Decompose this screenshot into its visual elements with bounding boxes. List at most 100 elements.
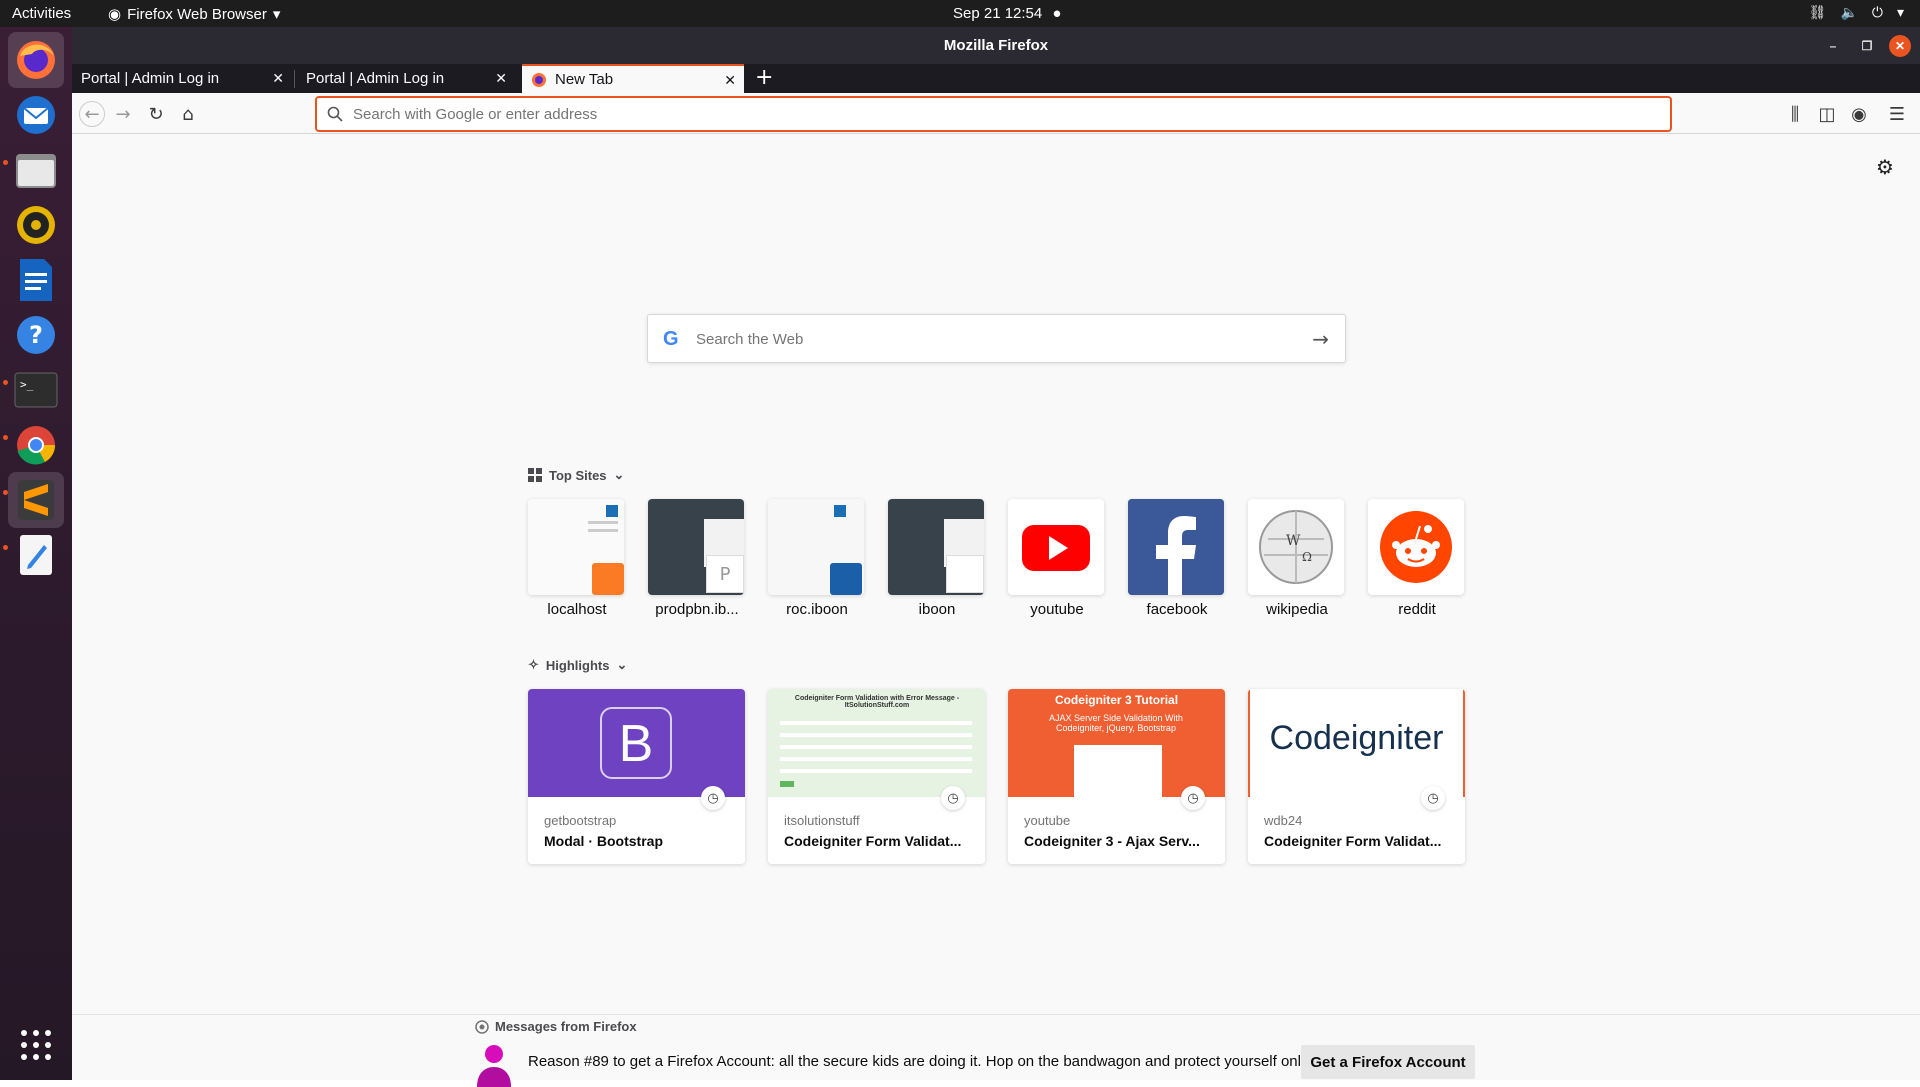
top-site-iboon[interactable]: iboon: [888, 499, 986, 618]
arrow-right-icon[interactable]: →: [1312, 327, 1329, 351]
forward-button[interactable]: →: [110, 101, 136, 127]
site-thumbnail: [1368, 499, 1464, 595]
dock-libreoffice-writer[interactable]: [8, 252, 64, 308]
sublime-icon: [18, 480, 54, 520]
minimize-icon: –: [1829, 39, 1837, 53]
dock-help[interactable]: ?: [8, 307, 64, 363]
restore-icon: ❐: [1861, 39, 1873, 53]
site-thumbnail: [768, 499, 864, 595]
back-button[interactable]: ←: [79, 101, 105, 127]
hamburger-menu-icon: ☰: [1888, 103, 1906, 125]
tab-label: New Tab: [555, 71, 614, 88]
url-bar[interactable]: [315, 96, 1672, 132]
top-sites-header[interactable]: Top Sites ⌄: [528, 467, 624, 483]
dock-chrome[interactable]: [8, 417, 64, 473]
card-title: Codeigniter Form Validat...: [1264, 833, 1442, 849]
top-site-youtube[interactable]: youtube: [1008, 499, 1106, 618]
window-titlebar[interactable]: Mozilla Firefox – ❐ ✕: [72, 27, 1920, 64]
close-tab-icon[interactable]: ✕: [495, 70, 507, 87]
maximize-button[interactable]: ❐: [1856, 35, 1878, 57]
show-applications-button[interactable]: [8, 1017, 64, 1073]
top-site-prodpbn[interactable]: P prodpbn.ib...: [648, 499, 746, 618]
card-thumbnail: B: [528, 689, 745, 797]
highlight-card-youtube[interactable]: Codeigniter 3 Tutorial AJAX Server Side …: [1008, 689, 1225, 864]
new-tab-button[interactable]: +: [755, 66, 773, 90]
library-button[interactable]: ⫼: [1782, 101, 1808, 127]
messages-header: Messages from Firefox: [475, 1019, 637, 1034]
svg-text:?: ?: [29, 321, 43, 349]
tab-label: Portal | Admin Log in: [81, 70, 220, 87]
dock-files[interactable]: [8, 142, 64, 198]
sidebar-button[interactable]: ◫: [1814, 101, 1840, 127]
card-source: wdb24: [1264, 813, 1303, 828]
web-search-box[interactable]: G →: [647, 314, 1346, 363]
menu-button[interactable]: ☰: [1884, 101, 1910, 127]
dock-text-editor[interactable]: [8, 527, 64, 583]
site-thumbnail: W Ω: [1248, 499, 1344, 595]
library-icon: ⫼: [1790, 103, 1800, 125]
site-thumbnail: [888, 499, 984, 595]
grid-icon: [528, 468, 542, 482]
tab-portal-admin-1[interactable]: Portal | Admin Log in ✕: [72, 64, 292, 93]
account-button[interactable]: ◉: [1846, 101, 1872, 127]
reload-button[interactable]: ↻: [143, 101, 169, 127]
firefox-icon: [17, 41, 55, 79]
clock[interactable]: Sep 21 12:54 ●: [953, 5, 1061, 22]
url-input[interactable]: [351, 104, 1651, 124]
site-label: wikipedia: [1266, 601, 1328, 618]
terminal-icon: >_: [14, 372, 58, 408]
top-site-facebook[interactable]: facebook: [1128, 499, 1226, 618]
site-thumbnail: [528, 499, 624, 595]
clock-label: Sep 21 12:54: [953, 5, 1043, 22]
top-site-reddit[interactable]: reddit: [1368, 499, 1466, 618]
facebook-icon: [1128, 499, 1224, 595]
activities-button[interactable]: Activities: [12, 5, 71, 22]
help-icon: ?: [17, 316, 55, 354]
minimize-button[interactable]: –: [1822, 35, 1844, 57]
site-label: roc.iboon: [786, 601, 848, 618]
site-label: facebook: [1146, 601, 1208, 618]
arrow-right-icon: →: [115, 103, 131, 125]
dock-sublime-text[interactable]: [8, 472, 64, 528]
highlight-card-getbootstrap[interactable]: B ◷ getbootstrap Modal · Bootstrap: [528, 689, 745, 864]
reload-icon: ↻: [148, 103, 164, 125]
get-firefox-account-button[interactable]: Get a Firefox Account: [1301, 1045, 1475, 1079]
personalize-button[interactable]: ⚙: [1876, 155, 1894, 179]
home-button[interactable]: ⌂: [175, 101, 201, 127]
thumb-heading: Codeigniter 3 Tutorial: [1054, 693, 1179, 707]
google-icon: G: [663, 328, 679, 350]
web-search-input[interactable]: [694, 327, 1294, 351]
app-menu[interactable]: ◉ Firefox Web Browser ▾: [108, 5, 280, 24]
close-icon: ✕: [1894, 39, 1906, 53]
svg-text:Ω: Ω: [1302, 550, 1312, 564]
firefox-app-icon: ◉: [108, 6, 122, 23]
account-icon: ◉: [1851, 103, 1867, 125]
dock-terminal[interactable]: >_: [8, 362, 64, 418]
site-label: localhost: [547, 601, 607, 618]
firefox-favicon-icon: [532, 72, 546, 87]
dock-firefox[interactable]: [8, 32, 64, 88]
search-icon: [327, 106, 343, 122]
card-thumbnail: Codeigniter Form Validation with Error M…: [768, 689, 985, 797]
system-tray[interactable]: ⛓ 🔈 ⏻ ▾: [1809, 4, 1904, 21]
top-site-roc-iboon[interactable]: roc.iboon: [768, 499, 866, 618]
chevron-down-icon: ▾: [1896, 4, 1904, 20]
window-title: Mozilla Firefox: [943, 37, 1049, 54]
tab-new-tab[interactable]: New Tab ✕: [522, 64, 744, 93]
dock-thunderbird[interactable]: [8, 87, 64, 143]
dock-rhythmbox[interactable]: [8, 197, 64, 253]
chevron-down-icon: ⌄: [616, 657, 628, 672]
tab-portal-admin-2[interactable]: Portal | Admin Log in ✕: [297, 64, 515, 93]
highlight-card-itsolutionstuff[interactable]: Codeigniter Form Validation with Error M…: [768, 689, 985, 864]
site-label: reddit: [1398, 601, 1436, 618]
letter-p-icon: P: [706, 555, 744, 593]
clock-icon: ◷: [1181, 786, 1205, 810]
card-source: youtube: [1024, 813, 1071, 828]
close-tab-icon[interactable]: ✕: [724, 72, 736, 89]
top-site-localhost[interactable]: localhost: [528, 499, 626, 618]
close-window-button[interactable]: ✕: [1889, 35, 1911, 57]
top-site-wikipedia[interactable]: W Ω wikipedia: [1248, 499, 1346, 618]
highlight-card-wdb24[interactable]: Codeigniter ◷ wdb24 Codeigniter Form Val…: [1248, 689, 1465, 864]
close-tab-icon[interactable]: ✕: [272, 70, 284, 87]
highlights-header[interactable]: ✧ Highlights ⌄: [528, 657, 627, 673]
